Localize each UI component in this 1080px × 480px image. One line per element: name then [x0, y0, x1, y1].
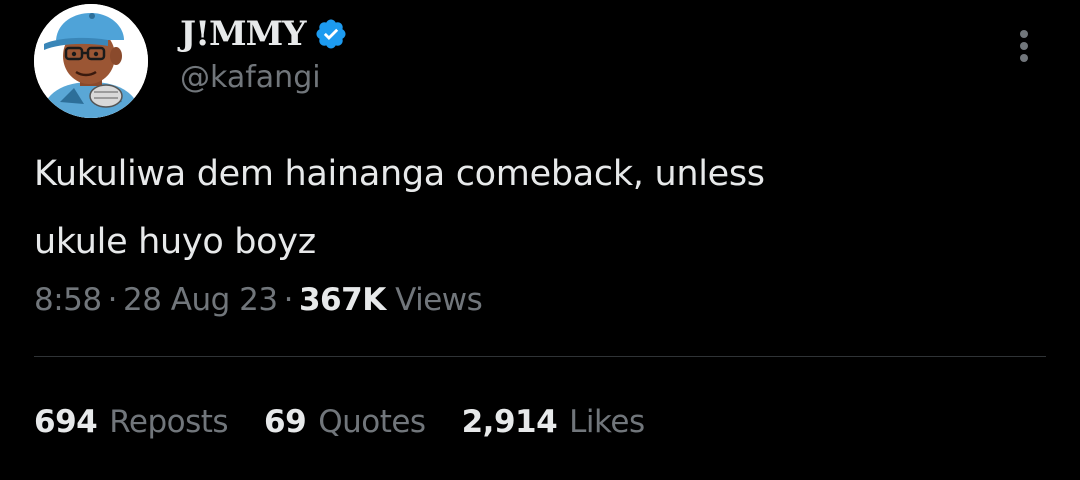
- reposts-count: 694: [34, 404, 98, 440]
- tweet-text-line: Kukuliwa dem hainanga comeback, unless: [34, 154, 765, 194]
- divider: [34, 356, 1046, 357]
- views-label: Views: [395, 282, 483, 318]
- views-count: 367K: [298, 282, 386, 318]
- tweet-text-line: ukule huyo boyz: [34, 222, 316, 262]
- reposts-label: Reposts: [109, 404, 229, 440]
- quotes-count: 69: [264, 404, 307, 440]
- tweet-text: Kukuliwa dem hainanga comeback, unless u…: [34, 140, 1034, 276]
- verified-badge-icon: [316, 19, 346, 49]
- display-name-row: J!MMY: [180, 14, 348, 54]
- likes-stat[interactable]: 2,914 Likes: [461, 400, 646, 444]
- reposts-stat[interactable]: 694 Reposts: [34, 400, 229, 444]
- display-name[interactable]: J!MMY: [180, 14, 307, 54]
- avatar-cartoon-image: [34, 4, 148, 118]
- meta-separator: ·: [283, 282, 294, 318]
- avatar[interactable]: [34, 4, 148, 118]
- quotes-stat[interactable]: 69 Quotes: [264, 400, 426, 444]
- likes-label: Likes: [569, 404, 645, 440]
- tweet-time[interactable]: 8:58: [34, 282, 102, 318]
- tweet-date[interactable]: 28 Aug 23: [123, 282, 278, 318]
- user-handle[interactable]: @kafangi: [180, 60, 321, 96]
- likes-count: 2,914: [461, 404, 558, 440]
- more-vertical-icon[interactable]: [1006, 26, 1042, 66]
- engagement-stats: 694 Reposts 69 Quotes 2,914 Likes: [34, 400, 645, 444]
- tweet-meta: 8:58 · 28 Aug 23 · 367K Views: [34, 278, 483, 322]
- tweet: J!MMY @kafangi Kukuliwa dem hainanga com…: [0, 0, 1080, 480]
- quotes-label: Quotes: [318, 404, 426, 440]
- meta-separator: ·: [107, 282, 118, 318]
